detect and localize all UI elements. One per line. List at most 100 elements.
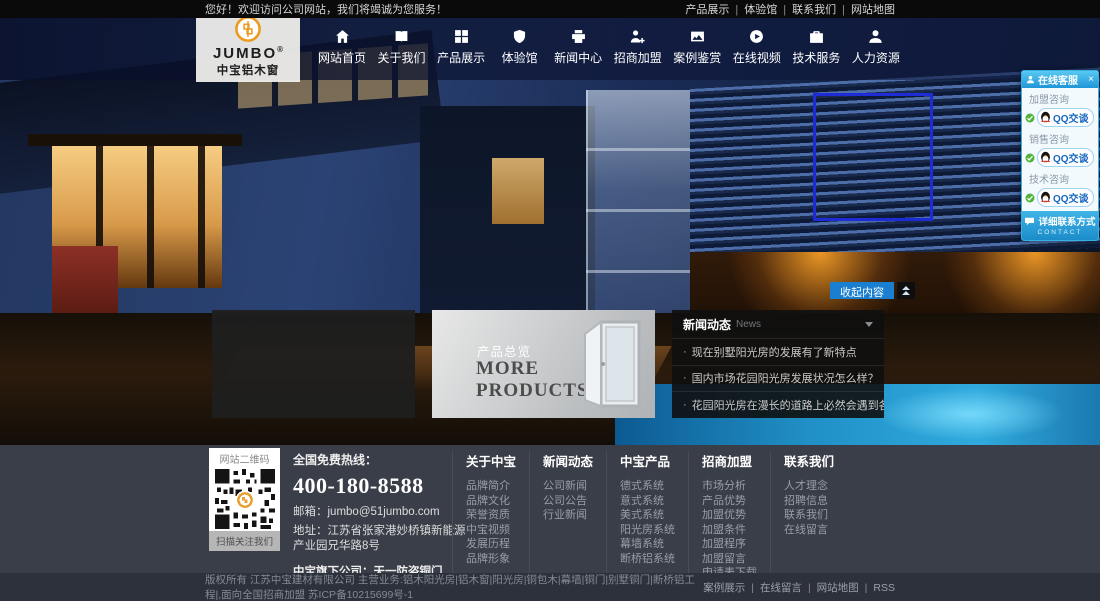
footer-link[interactable]: 联系我们 — [784, 508, 834, 523]
logo-subtitle: 中宝铝木窗 — [217, 62, 280, 78]
qq-chat-button[interactable]: QQ交谈 — [1037, 108, 1094, 127]
footer-link[interactable]: 招聘信息 — [784, 494, 834, 509]
footer-link[interactable]: 荣誉资质 — [466, 508, 516, 523]
qq-chat-label: QQ交谈 — [1053, 150, 1089, 165]
news-item-text: 花园阳光房在漫长的道路上必然会遇到各种挑战 — [692, 397, 884, 413]
bottom-link-rss[interactable]: RSS — [873, 582, 895, 594]
nav-item-about[interactable]: 关于我们 — [378, 29, 426, 66]
footer-link[interactable]: 产品优势 — [702, 494, 757, 509]
separator: | — [808, 582, 811, 594]
copyright-text: 版权所有 江苏中宝建材有限公司 主营业务:铝木阳光房|铝木窗|阳光房|铜包木|幕… — [205, 572, 703, 601]
close-icon[interactable]: × — [1088, 75, 1094, 85]
qq-chat-label: QQ交谈 — [1053, 190, 1089, 205]
footer-link[interactable]: 发展历程 — [466, 537, 516, 552]
selection-rectangle — [813, 93, 933, 221]
page: 您好！欢迎访问公司网站，我们将竭诚为您服务！ 产品展示 | 体验馆 | 联系我们 | 网站地… — [0, 0, 1100, 601]
footer-link[interactable]: 德式系统 — [620, 479, 675, 494]
email-line: 邮箱：jumbo@51jumbo.com — [293, 505, 471, 520]
logo-brand: JUMBO® — [213, 43, 283, 61]
check-icon — [1025, 153, 1035, 163]
footer-link[interactable]: 公司新闻 — [543, 479, 593, 494]
more-products-card[interactable]: 产品总览 MORE PRODUCTS — [432, 310, 655, 418]
footer-link[interactable]: 阳光房系统 — [620, 523, 675, 538]
nav-item-news[interactable]: 新闻中心 — [554, 29, 602, 66]
top-link-sitemap[interactable]: 网站地图 — [851, 4, 895, 16]
nav-label: 新闻中心 — [554, 49, 602, 66]
top-link-contact[interactable]: 联系我们 — [792, 4, 836, 16]
footer-link[interactable]: 中宝视频 — [466, 523, 516, 538]
news-item[interactable]: · 现在别墅阳光房的发展有了新特点 — [672, 338, 884, 365]
service-row: QQ交谈 — [1022, 187, 1098, 208]
footer-link[interactable]: 市场分析 — [702, 479, 757, 494]
nav-item-service[interactable]: 技术服务 — [792, 29, 840, 66]
separator: | — [735, 4, 738, 16]
nav-item-hr[interactable]: 人力资源 — [852, 29, 900, 66]
home-icon — [335, 29, 350, 44]
news-item[interactable]: · 国内市场花园阳光房发展状况怎么样？ — [672, 365, 884, 392]
more-products-text: MORE PRODUCTS — [476, 358, 589, 402]
open-window-icon — [581, 318, 643, 410]
footer-link[interactable]: 加盟条件 — [702, 523, 757, 538]
service-row: QQ交谈 — [1022, 147, 1098, 168]
slider-dark-panel[interactable] — [212, 310, 415, 418]
qq-chat-button[interactable]: QQ交谈 — [1037, 188, 1094, 207]
footer-link[interactable]: 幕墙系统 — [620, 537, 675, 552]
footer-link[interactable]: 美式系统 — [620, 508, 675, 523]
top-link-showroom[interactable]: 体验馆 — [744, 4, 777, 16]
nav-item-franchise[interactable]: 招商加盟 — [614, 29, 662, 66]
service-panel-header: 在线客服 × — [1022, 71, 1098, 88]
nav-item-products[interactable]: 产品展示 — [437, 29, 485, 66]
nav-item-showroom[interactable]: 体验馆 — [497, 29, 543, 66]
news-icon — [571, 29, 586, 44]
user-icon — [868, 29, 883, 44]
hero-red-wall — [52, 246, 118, 320]
footer-link[interactable]: 断桥铝系统 — [620, 552, 675, 567]
footer-link[interactable]: 公司公告 — [543, 494, 593, 509]
bottom-link-message[interactable]: 在线留言 — [760, 582, 802, 594]
footer-link[interactable]: 品牌文化 — [466, 494, 516, 509]
qr-caption: 扫描关注我们 — [209, 531, 280, 551]
nav-item-cases[interactable]: 案例鉴赏 — [673, 29, 721, 66]
news-item[interactable]: · 花园阳光房在漫长的道路上必然会遇到各种挑战 — [672, 391, 884, 418]
footer-link[interactable]: 人才理念 — [784, 479, 834, 494]
more-line: MORE — [476, 358, 589, 380]
service-group-label: 销售咨询 — [1022, 128, 1098, 147]
collapse-controls: 收起内容 — [830, 282, 915, 299]
service-group-label: 加盟咨询 — [1022, 88, 1098, 107]
footer-link[interactable]: 品牌简介 — [466, 479, 516, 494]
check-icon — [1025, 113, 1035, 123]
top-link-products[interactable]: 产品展示 — [685, 4, 729, 16]
nav-item-home[interactable]: 网站首页 — [318, 29, 366, 66]
site-logo[interactable]: JUMBO® 中宝铝木窗 — [196, 12, 300, 82]
footer-link[interactable]: 意式系统 — [620, 494, 675, 509]
double-up-icon[interactable] — [897, 282, 915, 299]
news-title: 新闻动态 — [683, 316, 731, 333]
hero-glass-tower — [586, 90, 704, 342]
qq-chat-button[interactable]: QQ交谈 — [1037, 148, 1094, 167]
welcome-text: 您好！欢迎访问公司网站，我们将竭诚为您服务！ — [205, 1, 447, 17]
email-label: 邮箱： — [293, 506, 328, 518]
footer-link[interactable]: 行业新闻 — [543, 508, 593, 523]
separator: | — [842, 4, 845, 16]
footer-link[interactable]: 加盟留言 — [702, 552, 757, 567]
collapse-content-button[interactable]: 收起内容 — [830, 282, 894, 299]
footer-col-contact: 联系我们 人才理念 招聘信息 联系我们 在线留言 — [770, 451, 847, 581]
footer-link[interactable]: 品牌形象 — [466, 552, 516, 567]
nav-label: 招商加盟 — [614, 49, 662, 66]
nav-item-videos[interactable]: 在线视频 — [733, 29, 781, 66]
bottom-link-cases[interactable]: 案例展示 — [703, 582, 745, 594]
top-utility-bar: 您好！欢迎访问公司网站，我们将竭诚为您服务！ 产品展示|体验馆|联系我们|网站地… — [0, 0, 1100, 18]
address-label: 地址： — [293, 525, 328, 537]
footer-link[interactable]: 加盟程序 — [702, 537, 757, 552]
bullet: · — [683, 346, 687, 358]
hero-eave — [28, 134, 242, 146]
footer-link[interactable]: 在线留言 — [784, 523, 834, 538]
contact-details-sub: CONTACT — [1022, 229, 1098, 236]
contact-details-button[interactable]: 详细联系方式 CONTACT — [1022, 211, 1098, 240]
bottom-link-sitemap[interactable]: 网站地图 — [817, 582, 859, 594]
footer-link[interactable]: 加盟优势 — [702, 508, 757, 523]
news-panel: 新闻动态 News · 现在别墅阳光房的发展有了新特点 · 国内市场花园阳光房发… — [672, 310, 884, 418]
nav-label: 技术服务 — [792, 49, 840, 66]
nav-menu: 网站首页 关于我们 产品展示 体验馆 新闻中心 — [318, 29, 900, 66]
caret-down-icon[interactable] — [865, 322, 873, 327]
